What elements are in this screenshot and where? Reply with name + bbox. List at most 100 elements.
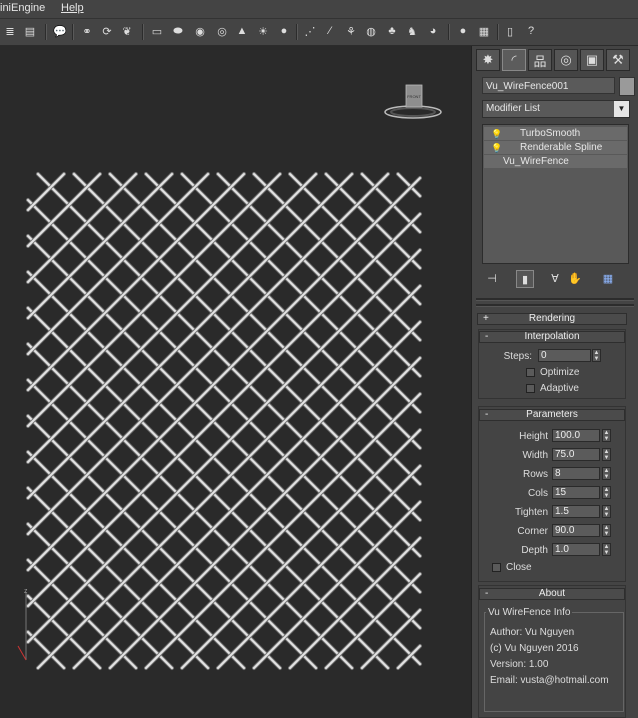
fence-wire [27,173,245,391]
stack-item-renderable-spline[interactable]: 💡 Renderable Spline [484,141,627,154]
param-input-depth[interactable]: 1.0 [552,543,600,556]
lightbulb-icon[interactable]: 💡 [491,142,502,155]
param-input-tighten[interactable]: 1.5 [552,505,600,518]
modifier-stack[interactable]: 💡 TurboSmooth 💡 Renderable Spline Vu_Wir… [482,124,629,264]
rect-icon[interactable]: ▭ [150,24,164,38]
grid-layout-icon[interactable]: ▦ [477,24,491,38]
show-end-result-icon[interactable]: ▮ [516,270,534,288]
param-input-corner[interactable]: 90.0 [552,524,600,537]
fence-wire [397,173,421,197]
param-input-rows[interactable]: 8 [552,467,600,480]
eye-icon[interactable]: ◎ [215,24,229,38]
about-info-group-title: Vu WireFence Info [486,607,573,618]
optimize-checkbox[interactable] [526,368,535,377]
param-input-height[interactable]: 100.0 [552,429,600,442]
object-color-swatch[interactable] [619,77,635,96]
perspective-viewport[interactable]: FRONT z [0,46,472,718]
pin-stack-icon[interactable]: ⊣ [484,270,500,286]
ellipse-icon[interactable]: ⬬ [171,24,185,38]
fence-wire [73,173,421,521]
object-name-field[interactable]: Vu_WireFence001 [482,77,615,94]
main-toolbar: ≣ ▤ 💬 ⚭ ⟳ ❦ ▭ ⬬ ◉ ◎ ▲ ☀ ● ⋰ ⁄ ⚘ ◍ ♣ ♞ ◕ ● ▦ ▯? [0,19,638,46]
shell-icon[interactable]: ◕ [426,24,440,38]
steps-input[interactable]: 0 [538,349,591,362]
param-spinner-rows[interactable]: ▲ ▼ [602,467,611,480]
link-icon[interactable]: ⚭ [80,24,94,38]
param-spinner-tighten[interactable]: ▲ ▼ [602,505,611,518]
steps-spinner[interactable]: ▲ ▼ [592,349,601,362]
toolbar-separator [497,24,499,40]
sphere-icon[interactable]: ● [277,24,291,38]
bird-icon[interactable]: ♞ [405,24,419,38]
adaptive-checkbox[interactable] [526,384,535,393]
wand-icon[interactable]: ⁄ [323,24,337,38]
command-panel: ✸ ◜ 品 ◎ ▣ ⚒ Vu_WireFence001 Modifier List ▼ 💡… [472,46,638,718]
modifier-list-label: Modifier List [486,103,540,114]
modifier-stack-toolbar: ⊣ ▮ ∀ ✋ ▦ [482,268,630,290]
param-label-height: Height [519,431,548,442]
note-icon[interactable]: ▯ [503,24,517,38]
remove-modifier-icon[interactable]: ✋ [567,270,583,286]
param-spinner-height[interactable]: ▲ ▼ [602,429,611,442]
param-spinner-cols[interactable]: ▲ ▼ [602,486,611,499]
stack-item-label: Vu_WireFence [503,156,569,167]
menu-help[interactable]: Help [61,2,84,14]
stack-item-vu-wirefence[interactable]: Vu_WireFence [484,155,627,168]
fence-wire [27,415,281,669]
help-icon[interactable]: ? [524,24,538,38]
display-tab[interactable]: ▣ [580,49,604,71]
motion-tab[interactable]: ◎ [554,49,578,71]
parameters-rollout-header[interactable]: - Parameters [479,409,625,421]
stack-item-turbosmooth[interactable]: 💡 TurboSmooth [484,127,627,140]
divider [476,304,634,307]
create-tab[interactable]: ✸ [476,49,500,71]
ball-icon[interactable]: ● [456,24,470,38]
param-label-tighten: Tighten [515,507,548,518]
close-checkbox[interactable] [492,563,501,572]
rollout-title: Parameters [526,409,578,420]
chat-icon[interactable]: 💬 [53,24,67,38]
param-label-corner: Corner [517,526,548,537]
param-input-cols[interactable]: 15 [552,486,600,499]
fence-wire [27,213,421,607]
fence-wire [289,537,421,669]
modify-tab[interactable]: ◜ [502,49,526,71]
chevron-down-icon[interactable]: ▼ [614,101,629,117]
fence-wire [37,285,421,669]
globe-icon[interactable]: ◍ [364,24,378,38]
fence-wire [27,173,353,499]
rollout-title: About [538,588,566,599]
modifier-list-dropdown[interactable]: Modifier List ▼ [482,100,630,118]
param-spinner-width[interactable]: ▲ ▼ [602,448,611,461]
viewcube-front-label: FRONT [407,94,421,99]
make-unique-icon[interactable]: ∀ [547,270,563,286]
fence-wire [27,173,281,427]
interpolation-rollout-header[interactable]: - Interpolation [479,331,625,343]
leaf-icon[interactable]: ♣ [385,24,399,38]
rendering-rollout-header[interactable]: + Rendering [477,313,627,325]
viewcube[interactable]: FRONT [384,84,442,120]
adaptive-label: Adaptive [540,383,579,394]
lightbulb-icon[interactable]: 💡 [491,128,502,141]
unlink-icon[interactable]: ⟳ [100,24,114,38]
rollout-toggle-sign: + [483,313,489,324]
grid-icon[interactable]: ▤ [23,24,37,38]
circle-icon[interactable]: ◉ [193,24,207,38]
configure-modifier-sets-icon[interactable]: ▦ [600,270,616,286]
path-icon[interactable]: ⋰ [303,24,317,38]
param-spinner-corner[interactable]: ▲ ▼ [602,524,611,537]
tree-icon[interactable]: ⚘ [344,24,358,38]
about-rollout-header[interactable]: - About [479,588,625,600]
cone-icon[interactable]: ▲ [235,24,249,38]
fence-wire [37,173,421,557]
bind-icon[interactable]: ❦ [120,24,134,38]
sun-icon[interactable]: ☀ [256,24,270,38]
hierarchy-tab[interactable]: 品 [528,49,552,71]
param-spinner-depth[interactable]: ▲ ▼ [602,543,611,556]
utilities-tab[interactable]: ⚒ [606,49,630,71]
menu-iniengine[interactable]: iniEngine [0,2,45,14]
param-input-width[interactable]: 75.0 [552,448,600,461]
list-icon[interactable]: ≣ [3,24,17,38]
rollout-toggle-sign: - [485,588,489,599]
command-panel-tabs: ✸ ◜ 品 ◎ ▣ ⚒ [472,46,638,72]
